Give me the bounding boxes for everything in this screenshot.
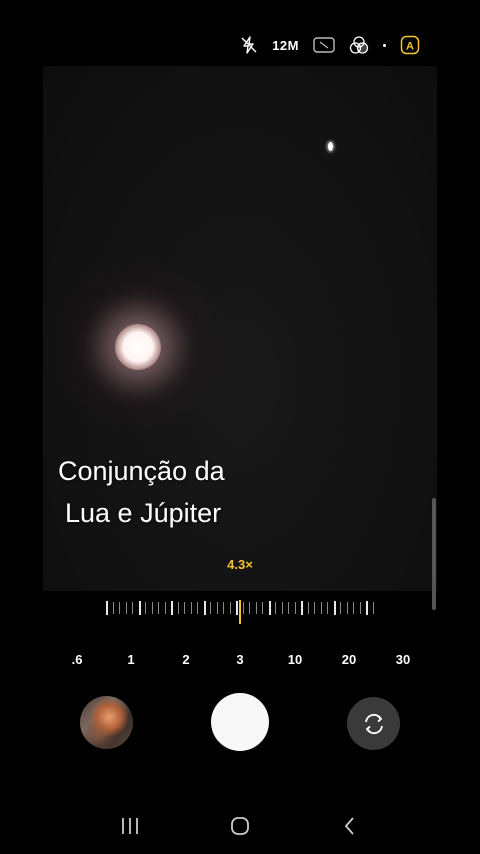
- zoom-label[interactable]: .6: [72, 652, 83, 667]
- zoom-tick: [281, 602, 283, 614]
- zoom-ruler[interactable]: [100, 596, 380, 626]
- system-nav-bar: [0, 810, 480, 842]
- zoom-label[interactable]: 30: [396, 652, 410, 667]
- zoom-label[interactable]: 3: [236, 652, 243, 667]
- zoom-tick: [171, 601, 173, 615]
- zoom-tick: [158, 602, 159, 614]
- flash-off-icon[interactable]: [240, 30, 258, 60]
- zoom-tick: [340, 602, 341, 614]
- home-icon: [231, 817, 249, 835]
- zoom-tick: [151, 602, 153, 614]
- zoom-tick: [197, 602, 198, 614]
- switch-camera-icon: [364, 713, 383, 734]
- switch-camera-button[interactable]: [347, 697, 400, 750]
- zoom-current-marker: [239, 600, 241, 624]
- zoom-tick: [255, 602, 257, 614]
- zoom-level-pill[interactable]: 4.3×: [214, 548, 266, 580]
- filter-icon[interactable]: [349, 30, 369, 60]
- home-button[interactable]: [220, 810, 260, 842]
- zoom-tick: [177, 602, 179, 614]
- zoom-tick: [112, 602, 114, 614]
- zoom-tick: [138, 601, 141, 615]
- zoom-tick: [229, 602, 231, 614]
- zoom-tick: [184, 602, 185, 614]
- zoom-tick: [242, 602, 244, 614]
- side-scroll-indicator[interactable]: [432, 498, 436, 610]
- gallery-thumbnail[interactable]: [80, 696, 133, 749]
- caption-overlay: Conjunção da Lua e Júpiter: [43, 450, 437, 534]
- zoom-label[interactable]: 1: [127, 652, 134, 667]
- zoom-tick: [372, 602, 374, 614]
- zoom-tick: [203, 601, 206, 615]
- zoom-tick: [164, 602, 166, 614]
- recents-button[interactable]: [110, 810, 150, 842]
- resolution-label: 12M: [272, 37, 299, 53]
- zoom-tick: [132, 602, 133, 614]
- zoom-tick: [236, 601, 238, 615]
- resolution-button[interactable]: 12M: [272, 30, 299, 60]
- zoom-tick: [125, 602, 127, 614]
- jupiter-point: [328, 142, 333, 151]
- caption-line-1: Conjunção da: [58, 456, 225, 486]
- caption-line-2: Lua e Júpiter: [65, 498, 222, 528]
- zoom-tick: [307, 602, 309, 614]
- zoom-tick: [333, 601, 336, 615]
- auto-mode-label: A: [406, 41, 414, 53]
- moon-glow: [115, 324, 161, 370]
- viewfinder[interactable]: Conjunção da Lua e Júpiter 4.3×: [43, 66, 437, 591]
- zoom-label[interactable]: 10: [288, 652, 302, 667]
- zoom-tick: [314, 602, 315, 614]
- more-dot-icon: [383, 30, 386, 60]
- camera-top-bar: 12M A: [240, 30, 420, 60]
- zoom-tick: [366, 601, 368, 615]
- zoom-tick: [106, 601, 108, 615]
- zoom-tick: [190, 602, 192, 614]
- zoom-tick: [119, 602, 120, 614]
- zoom-tick: [275, 602, 276, 614]
- zoom-tick: [301, 601, 303, 615]
- zoom-tick: [346, 602, 348, 614]
- back-icon: [344, 817, 354, 835]
- aspect-ratio-icon[interactable]: [313, 30, 335, 60]
- zoom-tick: [210, 602, 211, 614]
- zoom-tick: [353, 602, 354, 614]
- zoom-tick: [268, 601, 271, 615]
- zoom-tick: [320, 602, 322, 614]
- zoom-tick: [359, 602, 361, 614]
- auto-mode-icon[interactable]: A: [400, 30, 420, 60]
- zoom-tick: [145, 602, 146, 614]
- shutter-button[interactable]: [211, 693, 269, 751]
- zoom-tick: [223, 602, 224, 614]
- zoom-scale-labels: .6 1 2 3 10 20 30: [0, 652, 480, 670]
- zoom-label[interactable]: 2: [182, 652, 189, 667]
- recents-icon: [122, 818, 138, 834]
- back-button[interactable]: [330, 810, 370, 842]
- zoom-tick: [249, 602, 250, 614]
- zoom-tick: [288, 602, 289, 614]
- zoom-label[interactable]: 20: [342, 652, 356, 667]
- zoom-tick: [216, 602, 218, 614]
- zoom-tick: [262, 602, 263, 614]
- zoom-tick: [327, 602, 328, 614]
- zoom-tick: [294, 602, 296, 614]
